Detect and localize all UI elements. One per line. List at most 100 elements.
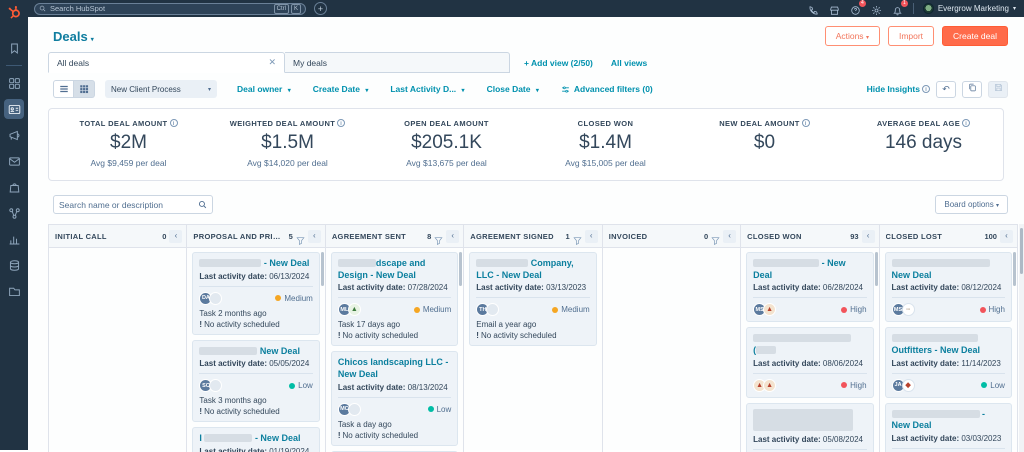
deal-card[interactable]: (Last activity date: 08/06/2024 ▲ ▲ High (746, 327, 874, 398)
warning-icon: ! (337, 430, 341, 440)
filter-dropdown-last-activity-d-[interactable]: Last Activity D... ▾ (390, 84, 464, 94)
deal-card[interactable]: - New Deal Last activity date: 06/28/2024… (746, 252, 874, 323)
collapse-column-button[interactable]: ‹ (584, 229, 598, 243)
undo-button[interactable]: ↶ (936, 80, 956, 98)
page-scrollbar[interactable] (1019, 224, 1024, 452)
marketplace-icon[interactable] (829, 3, 841, 15)
deal-card[interactable]: Last activity date: 05/08/2024▲▲High (746, 402, 874, 452)
board-view-button[interactable] (74, 80, 95, 98)
sidebar-item-marketing[interactable] (4, 125, 24, 145)
global-search[interactable]: Search HubSpot Ctrl K (34, 2, 306, 15)
sidebar-item-automations[interactable] (4, 203, 24, 223)
sidebar-item-bookmarks[interactable] (4, 38, 24, 58)
column-scrollbar[interactable] (459, 252, 463, 286)
sidebar-item-content[interactable] (4, 151, 24, 171)
account-menu[interactable]: Evergrow Marketing ▾ (922, 3, 1016, 14)
company-logo-avatar[interactable]: ▲ (763, 303, 777, 317)
company-logo-avatar[interactable] (486, 303, 500, 317)
deal-card[interactable]: New Deal Last activity date: 08/12/2024 MS… (884, 252, 1012, 323)
collapse-column-button[interactable]: ‹ (307, 229, 321, 243)
deal-card[interactable]: Outfitters - New Deal Last activity date:… (884, 327, 1012, 398)
collapse-column-button[interactable]: ‹ (446, 229, 460, 243)
chevron-down-icon: ▾ (90, 36, 94, 43)
last-activity-label: Last activity date: (199, 271, 270, 281)
board-options-button[interactable]: Board options ▾ (935, 195, 1008, 214)
board-search-input[interactable] (59, 199, 198, 210)
actions-button[interactable]: Actions ▾ (824, 26, 880, 46)
filter-dropdown-create-date[interactable]: Create Date ▾ (313, 84, 369, 94)
shortcut-ctrl: Ctrl (273, 3, 289, 14)
page-title[interactable]: Deals ▾ (53, 29, 94, 44)
redacted-text (891, 334, 978, 343)
import-button[interactable]: Import (887, 26, 935, 46)
filter-dropdown-close-date[interactable]: Close Date ▾ (487, 84, 539, 94)
column-sort-icon[interactable] (711, 232, 720, 245)
deal-title: New Deal (199, 346, 312, 358)
column-header: INVOICED 0 ‹ (602, 225, 741, 248)
help-icon[interactable]: 4 (850, 0, 866, 15)
board-search[interactable] (53, 195, 213, 214)
pipeline-select[interactable]: New Client Process ▾ (105, 80, 217, 98)
company-logo-avatar[interactable] (209, 379, 223, 393)
company-logo-avatar[interactable] (347, 402, 361, 416)
column-sort-icon[interactable] (296, 232, 305, 245)
deal-title: - New Deal (753, 258, 846, 280)
scrollbar-thumb[interactable] (1020, 228, 1023, 274)
filter-dropdown-deal-owner[interactable]: Deal owner ▾ (237, 84, 291, 94)
deal-card[interactable]: Chicos landscaping LLC - New Deal Last ac… (330, 351, 459, 446)
priority-badge: Medium (413, 305, 451, 314)
column-scrollbar[interactable] (874, 252, 878, 286)
filter-bar: New Client Process ▾ Deal owner ▾ Create … (28, 73, 1024, 104)
deal-card[interactable]: New Deal Last activity date: 05/05/2024 SC… (192, 339, 320, 423)
company-logo-avatar[interactable]: ▲ (763, 378, 777, 392)
deal-card[interactable]: dscape and Design - New Deal Last activit… (330, 252, 459, 347)
deal-card[interactable]: -New Deal Last activity date: 03/03/2023 J… (884, 402, 1012, 452)
board-column: AGREEMENT SENT 8 ‹ dscape and Design - New … (325, 225, 465, 452)
company-logo-avatar[interactable]: ▲ (347, 303, 361, 317)
company-logo-avatar[interactable] (209, 291, 223, 305)
workflow-icon (8, 207, 20, 219)
settings-icon[interactable] (871, 3, 883, 15)
contact-card-icon (8, 104, 20, 114)
column-scrollbar[interactable] (1012, 252, 1016, 286)
close-tab-icon[interactable]: ✕ (268, 57, 276, 68)
tab-my-deals[interactable]: My deals (285, 52, 510, 73)
deal-card[interactable]: Company, LLC - New Deal Last activity dat… (469, 252, 597, 347)
sidebar-item-reporting[interactable] (4, 229, 24, 249)
sidebar-item-crm[interactable] (4, 99, 24, 119)
all-views-link[interactable]: All views (611, 58, 647, 68)
insight-stat: WEIGHTED DEAL AMOUNT i $1.5M Avg $14,020 pe… (208, 119, 367, 168)
column-sort-icon[interactable] (434, 232, 443, 245)
collapse-column-button[interactable]: ‹ (861, 229, 875, 243)
quick-create-button[interactable]: + (314, 2, 327, 15)
copy-button[interactable] (962, 80, 982, 98)
calling-icon[interactable] (808, 3, 820, 15)
deal-card[interactable]: - New Deal Last activity date: 06/13/2024… (192, 252, 320, 335)
company-logo-avatar[interactable]: ··· (901, 303, 915, 317)
column-scrollbar[interactable] (320, 252, 324, 286)
collapse-column-button[interactable]: ‹ (169, 229, 183, 243)
sidebar-item-commerce[interactable] (4, 177, 24, 197)
deal-card[interactable]: I - New Deal Last activity date: 01/19/20… (192, 427, 320, 452)
chevron-down-icon: ▾ (287, 88, 291, 94)
hubspot-logo[interactable] (5, 3, 23, 21)
bag-icon (9, 182, 19, 192)
advanced-filters-button[interactable]: Advanced filters (0) (561, 84, 653, 94)
list-view-button[interactable] (53, 80, 74, 98)
sidebar-item-workspaces[interactable] (4, 73, 24, 93)
create-deal-button[interactable]: Create deal (942, 26, 1008, 46)
save-view-button[interactable] (988, 80, 1008, 98)
hide-insights-link[interactable]: Hide Insights i (867, 84, 930, 94)
add-view-link[interactable]: + Add view (2/50) (524, 58, 593, 68)
column-sort-icon[interactable] (573, 232, 582, 245)
company-logo-avatar[interactable]: ◆ (901, 378, 915, 392)
tab-all-deals[interactable]: All deals ✕ (48, 52, 285, 73)
deal-last-activity: Last activity date: 03/13/2023 (476, 283, 587, 293)
notifications-badge: 1 (900, 0, 908, 7)
sidebar-item-data[interactable] (4, 255, 24, 275)
redacted-text (891, 409, 980, 418)
sidebar-item-files[interactable] (4, 281, 24, 301)
collapse-column-button[interactable]: ‹ (999, 229, 1013, 243)
notifications-icon[interactable]: 1 (892, 0, 908, 15)
collapse-column-button[interactable]: ‹ (723, 229, 737, 243)
